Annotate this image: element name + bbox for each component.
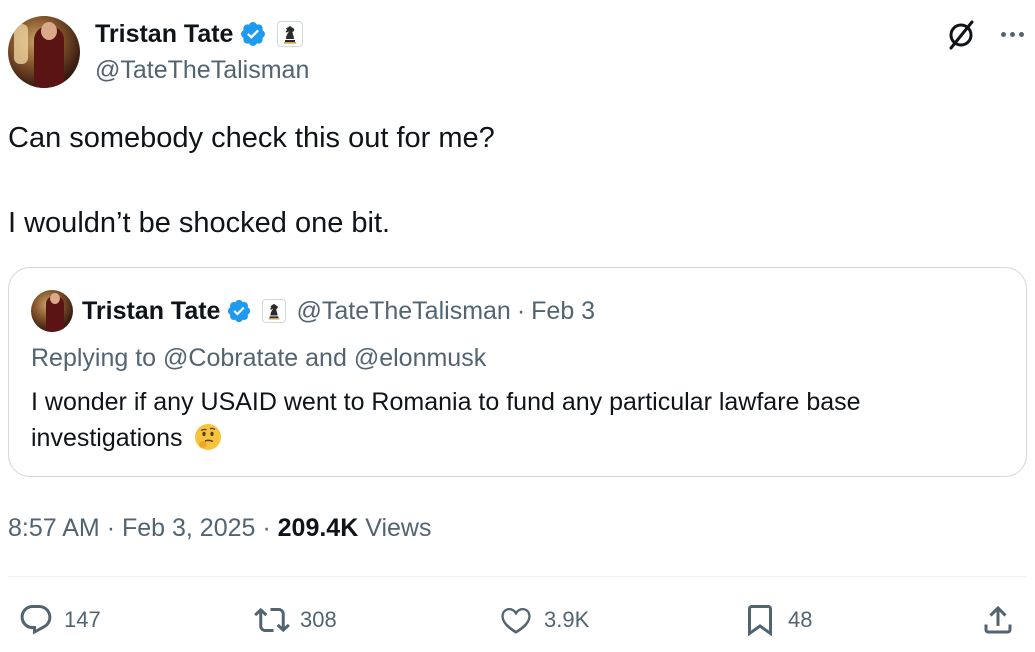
reply-button[interactable]: 147	[18, 600, 101, 640]
reply-icon	[20, 605, 52, 635]
quoted-text-body: I wonder if any USAID went to Romania to…	[31, 388, 861, 452]
quoted-tweet[interactable]: Tristan Tate @TateTheTalisman · Feb 3 Re…	[8, 267, 1027, 477]
meta-separator: ·	[262, 514, 271, 542]
tweet-time[interactable]: 8:57 AM	[8, 514, 100, 542]
knight-chess-icon[interactable]	[277, 21, 304, 47]
reply-count: 147	[64, 607, 101, 632]
mention-cobratate[interactable]: @Cobratate	[163, 344, 298, 372]
like-button[interactable]: 3.9K	[498, 600, 589, 640]
author-avatar[interactable]	[8, 16, 80, 88]
retweet-button[interactable]: 308	[254, 600, 337, 640]
views-label: Views	[365, 514, 432, 542]
grok-icon[interactable]	[944, 18, 978, 52]
tweet-text-line-1: Can somebody check this out for me?	[8, 122, 495, 154]
share-icon	[984, 605, 1012, 634]
author-name-row: Tristan Tate	[95, 18, 304, 50]
bookmark-count: 48	[788, 607, 813, 632]
tweet-text-line-2: I wouldn’t be shocked one bit.	[8, 207, 391, 239]
verified-badge-icon	[228, 299, 251, 323]
verified-badge-icon[interactable]	[239, 20, 267, 48]
quoted-text: I wonder if any USAID went to Romania to…	[31, 384, 991, 456]
replying-to-and: and	[305, 344, 347, 372]
quoted-author-avatar	[31, 290, 73, 332]
quoted-header: Tristan Tate @TateTheTalisman · Feb 3	[82, 295, 595, 327]
like-count: 3.9K	[544, 607, 590, 632]
tweet-meta: 8:57 AM · Feb 3, 2025 · 209.4K Views	[8, 512, 431, 544]
quoted-date: Feb 3	[531, 297, 596, 325]
thinking-face-emoji-icon	[195, 424, 222, 450]
tweet-date[interactable]: Feb 3, 2025	[122, 514, 255, 542]
share-button[interactable]	[980, 600, 1016, 640]
quoted-handle: @TateTheTalisman	[296, 297, 511, 325]
views-count: 209.4K	[277, 514, 359, 542]
tweet-text: Can somebody check this out for me? I wo…	[8, 120, 1018, 241]
meta-separator: ·	[106, 514, 116, 542]
bookmark-icon	[748, 605, 772, 637]
replying-to: Replying to @Cobratate and @elonmusk	[31, 342, 486, 374]
replying-to-prefix: Replying to	[31, 344, 157, 372]
retweet-icon	[254, 607, 290, 633]
quoted-separator: ·	[516, 297, 526, 325]
tweet-card: Tristan Tate @TateTheTalisman Can somebo…	[0, 0, 1035, 652]
bookmark-button[interactable]: 48	[742, 600, 812, 640]
knight-chess-icon	[262, 299, 287, 323]
retweet-count: 308	[300, 607, 337, 632]
more-options-icon[interactable]	[994, 16, 1030, 52]
quoted-display-name: Tristan Tate	[82, 297, 221, 325]
divider	[8, 576, 1027, 577]
author-handle[interactable]: @TateTheTalisman	[95, 54, 309, 86]
mention-elonmusk[interactable]: @elonmusk	[354, 344, 486, 372]
author-display-name[interactable]: Tristan Tate	[95, 18, 233, 50]
heart-icon	[501, 608, 531, 634]
